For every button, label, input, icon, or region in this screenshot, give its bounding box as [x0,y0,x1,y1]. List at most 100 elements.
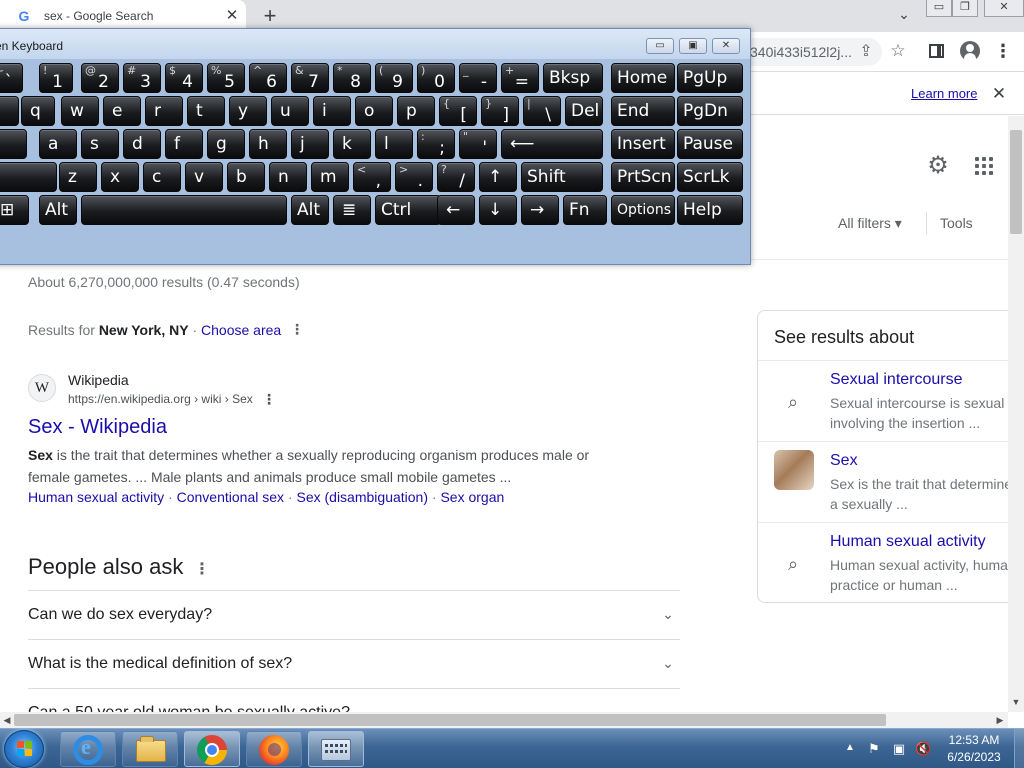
related-topic-title[interactable]: Human sexual activity [830,533,986,551]
key-symbol[interactable]: :; [417,129,455,159]
minimize-window-button[interactable]: ▭ [926,0,952,17]
key-7[interactable]: & 7 [291,63,329,93]
key-symbol[interactable]: ~` [0,63,23,93]
google-apps-icon[interactable] [975,157,993,175]
learn-more-link[interactable]: Learn more [911,86,977,101]
key-1[interactable]: ! 1 [39,63,73,93]
horizontal-scroll-thumb[interactable] [14,714,886,726]
key-y[interactable]: y [229,96,267,126]
key-l[interactable]: l [375,129,413,159]
related-topic[interactable]: Sex Sex is the trait that determine a sex… [758,441,1018,522]
sitelink[interactable]: Sex (disambiguation) [296,489,428,505]
question-row[interactable]: What is the medical definition of sex? ⌄ [28,639,680,688]
key-pause[interactable]: Pause [677,129,743,159]
key-symbol[interactable]: >. [395,162,433,192]
key-alt[interactable]: Alt [39,195,77,225]
related-topic-title[interactable]: Sex [830,452,858,470]
key-ctrl[interactable]: Ctrl [375,195,441,225]
key-symbol[interactable]: _ - [459,63,497,93]
key-alt[interactable]: Alt [291,195,329,225]
taskbar-internet-explorer[interactable] [60,731,116,767]
key-symbol[interactable]: ↓ [479,195,517,225]
key-z[interactable]: z [59,162,97,192]
key-t[interactable]: t [187,96,225,126]
key-scrlk[interactable]: ScrLk [677,162,743,192]
key-3[interactable]: #3 [123,63,161,93]
key-s[interactable]: s [81,129,119,159]
taskbar-firefox[interactable] [246,731,302,767]
key-symbol[interactable]: + = [501,63,539,93]
key-symbol[interactable]: | \ [523,96,561,126]
taskbar-file-explorer[interactable] [122,731,178,767]
key-symbol[interactable]: {[ [439,96,477,126]
key-e[interactable]: e [103,96,141,126]
key-k[interactable]: k [333,129,371,159]
settings-gear-icon[interactable]: ⚙ [926,154,950,178]
key-symbol[interactable]: ? / [437,162,475,192]
key-i[interactable]: i [313,96,351,126]
chrome-menu-icon[interactable]: ⋮ [994,41,1012,61]
scroll-left-arrow-icon[interactable]: ◀ [0,712,14,728]
key-g[interactable]: g [207,129,245,159]
key-9[interactable]: (9 [375,63,413,93]
scroll-down-arrow-icon[interactable]: ▼ [1008,694,1024,710]
sitelink[interactable]: Sex organ [440,489,504,505]
key-symbol[interactable]: <, [353,162,391,192]
key-symbol[interactable]: ← [437,195,475,225]
question-row[interactable]: Can we do sex everyday? ⌄ [28,590,680,639]
result-url[interactable]: https://en.wikipedia.org › wiki › Sex [68,392,253,406]
key-8[interactable]: * 8 [333,63,371,93]
key-pgup[interactable]: PgUp [677,63,743,93]
key-symbol[interactable]: " ' [459,129,497,159]
key-home[interactable]: Home [611,63,675,93]
result-title-link[interactable]: Sex - Wikipedia [28,416,167,439]
share-icon[interactable]: ⇪ [856,42,876,62]
key-blank[interactable] [0,129,27,159]
taskbar-chrome[interactable] [184,731,240,767]
result-menu-icon[interactable]: ⋮ [262,391,276,409]
key-x[interactable]: x [101,162,139,192]
key-6[interactable]: ^ 6 [249,63,287,93]
volume-muted-icon[interactable]: 🔇 [915,741,931,757]
new-tab-button[interactable]: + [258,3,282,29]
keyboard-minimize-button[interactable]: ▭ [646,38,674,54]
action-center-flag-icon[interactable]: ⚑ [866,741,882,757]
address-bar-text[interactable]: 340i433i512l2j... [750,44,852,60]
network-icon[interactable]: ▣ [891,741,907,757]
infobar-close-icon[interactable]: ✕ [990,84,1008,104]
key-o[interactable]: o [355,96,393,126]
key-fn[interactable]: Fn [563,195,607,225]
question-row[interactable]: Can a 50 year old woman be sexually acti… [28,688,680,712]
key-help[interactable]: Help [677,195,743,225]
bookmark-star-icon[interactable]: ☆ [888,41,908,61]
on-screen-keyboard-window[interactable]: en Keyboard ▭ ▣ ✕ ~`!1@2#3$4%5^6&7*8(9)0… [0,28,751,265]
key-m[interactable]: m [311,162,349,192]
key-f[interactable]: f [165,129,203,159]
related-topic[interactable]: ⌕ Sexual intercourse Sexual intercourse … [758,360,1018,441]
tools-button[interactable]: Tools [940,215,973,231]
key-symbol[interactable]: → [521,195,559,225]
start-button[interactable] [4,730,44,768]
key-options[interactable]: Options [611,195,675,225]
key-symbol[interactable]: ⊞ [0,195,29,225]
taskbar-on-screen-keyboard[interactable] [308,731,364,767]
key-symbol[interactable]: ≣ [333,195,371,225]
related-topic[interactable]: ⌕ Human sexual activity Human sexual act… [758,522,1018,602]
key-c[interactable]: c [143,162,181,192]
key-2[interactable]: @2 [81,63,119,93]
key-bksp[interactable]: Bksp [543,63,603,93]
key-del[interactable]: Del [565,96,603,126]
key-insert[interactable]: Insert [611,129,675,159]
key-a[interactable]: a [39,129,77,159]
key-h[interactable]: h [249,129,287,159]
key-prtscn[interactable]: PrtScn [611,162,675,192]
key-n[interactable]: n [269,162,307,192]
keyboard-maximize-button[interactable]: ▣ [679,38,707,54]
show-hidden-icons-icon[interactable]: ▲ [844,742,856,754]
people-also-ask-menu-icon[interactable]: ⋮ [194,559,210,579]
all-filters-button[interactable]: All filters ▾ [838,215,902,232]
keyboard-titlebar[interactable]: en Keyboard ▭ ▣ ✕ [0,29,750,59]
key-r[interactable]: r [145,96,183,126]
show-desktop-button[interactable] [1014,729,1024,768]
sitelink[interactable]: Conventional sex [177,489,284,505]
